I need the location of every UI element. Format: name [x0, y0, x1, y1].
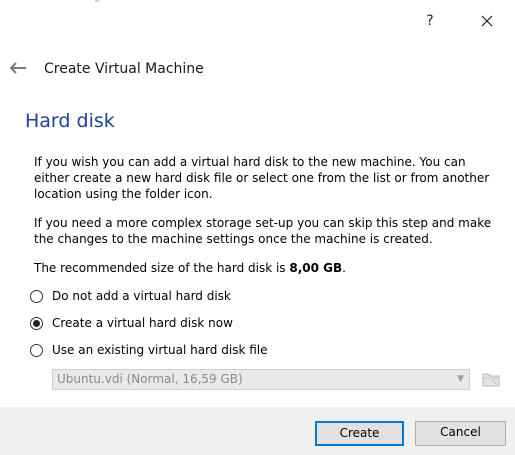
option-existing-disk-label[interactable]: Use an existing virtual hard disk file: [52, 343, 267, 357]
intro-paragraph: If you wish you can add a virtual hard d…: [34, 155, 490, 201]
option-no-disk[interactable]: Do not add a virtual hard disk: [30, 287, 231, 305]
chevron-down-icon: ▼: [457, 374, 464, 384]
back-arrow-icon: [9, 62, 26, 74]
window-edge-mark: [95, 0, 99, 2]
close-icon: [481, 15, 493, 27]
existing-disk-value: Ubuntu.vdi (Normal, 16,59 GB): [57, 372, 243, 386]
choose-disk-file-button[interactable]: [480, 368, 502, 390]
radio-create-disk[interactable]: [30, 316, 43, 330]
option-existing-disk[interactable]: Use an existing virtual hard disk file: [30, 341, 267, 359]
cancel-button[interactable]: Cancel: [415, 421, 506, 446]
back-button[interactable]: [8, 60, 28, 76]
radio-no-disk[interactable]: [30, 289, 43, 303]
help-button[interactable]: ?: [421, 10, 439, 32]
option-create-disk-label[interactable]: Create a virtual hard disk now: [52, 316, 233, 330]
recommended-size-text: The recommended size of the hard disk is…: [34, 260, 494, 276]
wizard-title: Create Virtual Machine: [44, 61, 204, 77]
recommended-size-suffix: .: [342, 261, 346, 275]
create-button[interactable]: Create: [315, 421, 404, 446]
folder-icon: [482, 373, 500, 387]
existing-disk-select[interactable]: Ubuntu.vdi (Normal, 16,59 GB) ▼: [52, 369, 470, 390]
option-no-disk-label[interactable]: Do not add a virtual hard disk: [52, 289, 231, 303]
option-create-disk[interactable]: Create a virtual hard disk now: [30, 314, 233, 332]
recommended-size-value: 8,00 GB: [289, 261, 343, 275]
storage-paragraph: If you need a more complex storage set-u…: [34, 216, 492, 246]
page-heading: Hard disk: [25, 110, 115, 132]
close-button[interactable]: [476, 10, 498, 32]
recommended-size-prefix: The recommended size of the hard disk is: [34, 261, 290, 275]
radio-existing-disk[interactable]: [30, 343, 43, 357]
